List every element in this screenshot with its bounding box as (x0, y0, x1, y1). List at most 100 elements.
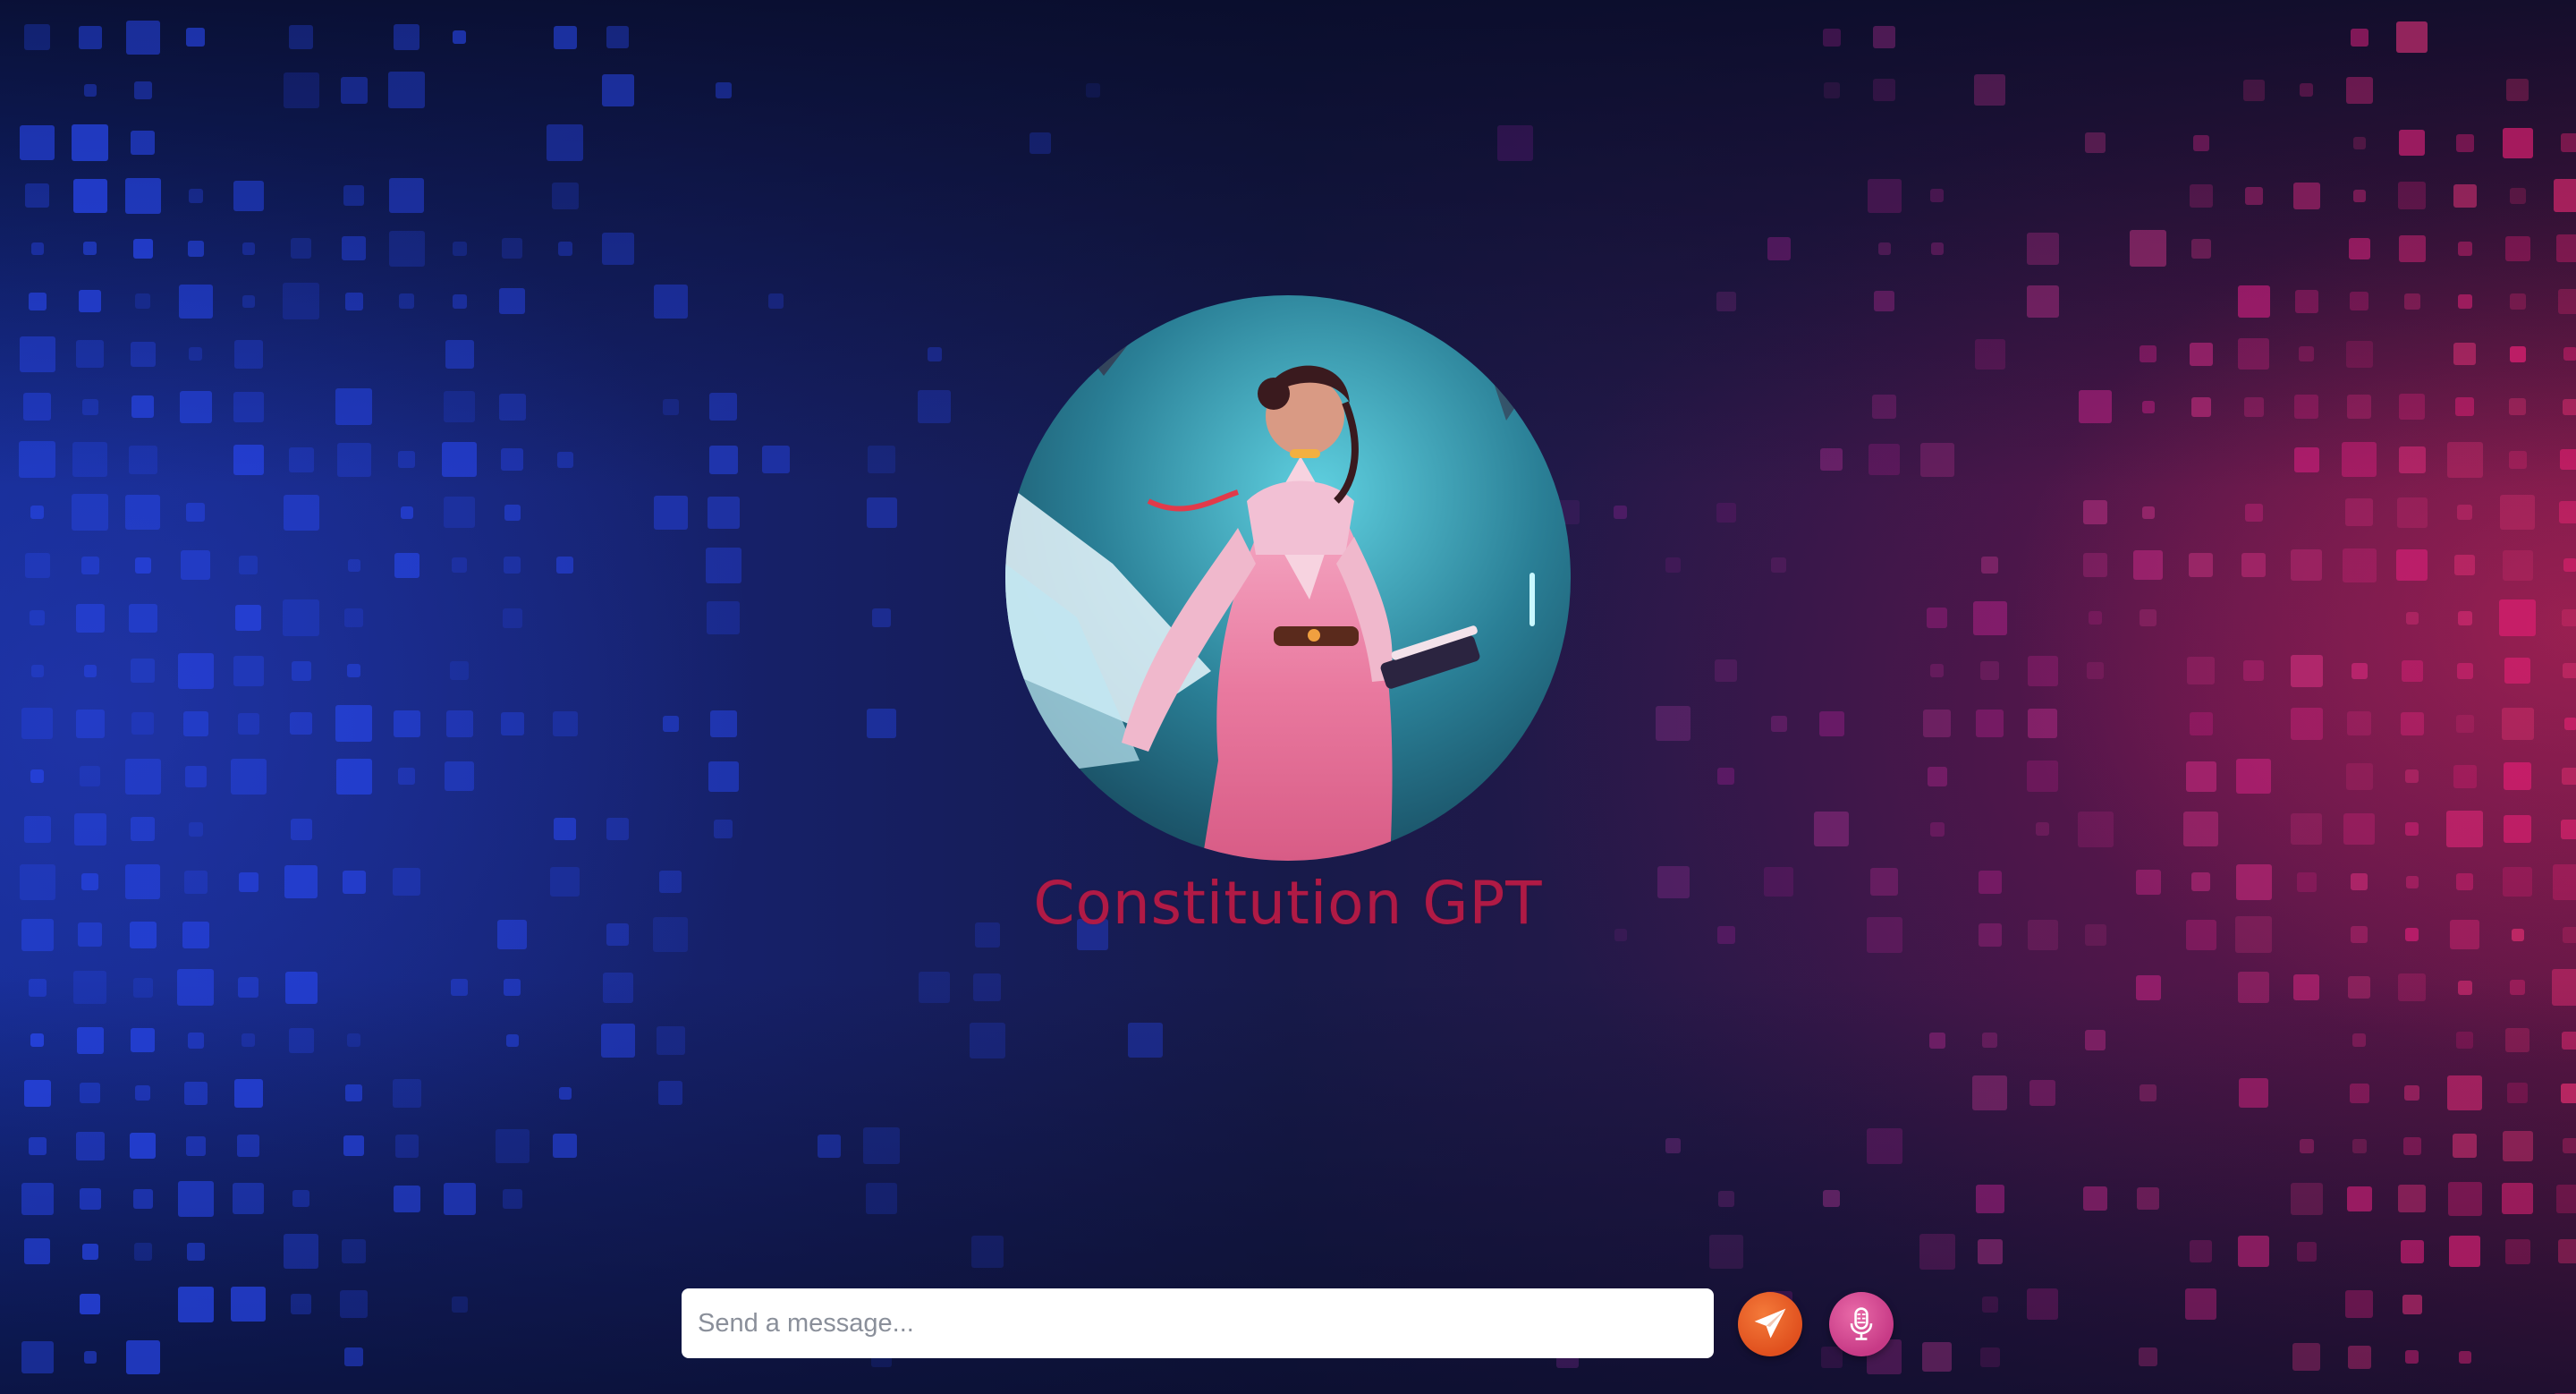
background-pixel (83, 664, 97, 677)
background-pixel (1656, 706, 1690, 741)
background-pixel (344, 1347, 363, 1366)
background-pixel (21, 1340, 54, 1373)
background-pixel (76, 1026, 104, 1054)
background-pixel (442, 442, 477, 477)
background-pixel (1977, 1238, 2003, 1264)
background-pixel (2352, 136, 2366, 149)
avatar-illustration (1005, 295, 1571, 861)
background-pixel (2026, 232, 2059, 265)
background-pixel (2351, 873, 2368, 890)
background-pixel (336, 442, 371, 477)
background-pixel (2405, 769, 2419, 783)
background-pixel (345, 1084, 362, 1101)
microphone-button[interactable] (1829, 1292, 1894, 1356)
background-pixel (2446, 811, 2483, 847)
background-pixel (919, 972, 950, 1003)
background-pixel (658, 1081, 682, 1105)
background-pixel (187, 240, 204, 257)
send-button[interactable] (1738, 1292, 1802, 1356)
background-pixel (2352, 1033, 2366, 1047)
background-pixel (1927, 766, 1947, 786)
background-pixel (283, 494, 319, 531)
background-pixel (398, 451, 415, 468)
background-pixel (177, 1180, 214, 1217)
background-pixel (132, 238, 153, 259)
background-pixel (709, 710, 737, 737)
background-pixel (1866, 916, 1902, 953)
background-pixel (499, 288, 525, 314)
background-pixel (2502, 1130, 2533, 1161)
background-pixel (2563, 663, 2576, 678)
background-pixel (2561, 133, 2576, 152)
background-pixel (233, 339, 263, 369)
background-pixel (1976, 710, 2004, 737)
background-pixel (714, 820, 733, 838)
background-pixel (1868, 444, 1900, 475)
background-pixel (2405, 928, 2419, 941)
background-pixel (2345, 340, 2373, 368)
background-pixel (187, 1032, 204, 1049)
message-input[interactable] (682, 1288, 1714, 1358)
background-pixel (135, 293, 150, 309)
background-pixel (445, 710, 473, 737)
background-pixel (1657, 865, 1690, 898)
background-pixel (284, 865, 318, 898)
background-pixel (1823, 81, 1840, 98)
background-pixel (23, 815, 51, 843)
background-pixel (2501, 707, 2534, 740)
background-pixel (2133, 550, 2163, 580)
background-pixel (233, 1183, 264, 1214)
background-pixel (130, 341, 156, 367)
background-pixel (188, 188, 203, 203)
background-pixel (2396, 21, 2428, 53)
background-pixel (1923, 710, 1951, 737)
background-pixel (177, 969, 214, 1006)
background-pixel (2552, 969, 2576, 1006)
background-pixel (504, 504, 521, 521)
background-pixel (2183, 812, 2218, 846)
background-pixel (1930, 189, 1944, 202)
background-pixel (290, 712, 312, 735)
background-pixel (2399, 130, 2425, 156)
background-pixel (133, 81, 152, 99)
background-pixel (25, 183, 49, 208)
background-pixel (2190, 396, 2211, 417)
background-pixel (288, 1027, 314, 1053)
background-pixel (452, 557, 467, 573)
background-pixel (606, 26, 629, 48)
background-pixel (1866, 1127, 1902, 1164)
background-pixel (2455, 714, 2474, 733)
background-pixel (2345, 76, 2373, 104)
background-pixel (2026, 285, 2059, 318)
background-pixel (131, 1028, 155, 1052)
background-pixel (73, 971, 106, 1004)
background-pixel (606, 818, 629, 840)
background-pixel (177, 652, 214, 689)
background-pixel (2398, 1185, 2426, 1212)
background-pixel (2083, 553, 2107, 577)
background-pixel (2504, 235, 2530, 261)
background-pixel (335, 705, 372, 742)
background-pixel (1972, 1075, 2007, 1110)
background-pixel (242, 1033, 255, 1047)
background-pixel (1770, 715, 1787, 732)
background-pixel (2456, 662, 2473, 679)
background-pixel (233, 391, 264, 422)
background-pixel (2405, 1350, 2419, 1364)
background-pixel (552, 710, 578, 736)
background-pixel (2457, 505, 2472, 520)
background-pixel (554, 818, 576, 840)
background-pixel (2561, 1031, 2576, 1050)
background-pixel (2511, 928, 2524, 941)
background-pixel (1823, 1190, 1840, 1207)
background-pixel (553, 1134, 577, 1158)
background-pixel (2238, 972, 2269, 1003)
background-pixel (2236, 759, 2271, 794)
background-pixel (497, 920, 527, 949)
background-pixel (2235, 916, 2272, 953)
background-pixel (72, 494, 108, 531)
background-pixel (2347, 711, 2371, 735)
background-pixel (2562, 609, 2576, 626)
background-pixel (21, 918, 54, 951)
background-pixel (2450, 920, 2479, 949)
